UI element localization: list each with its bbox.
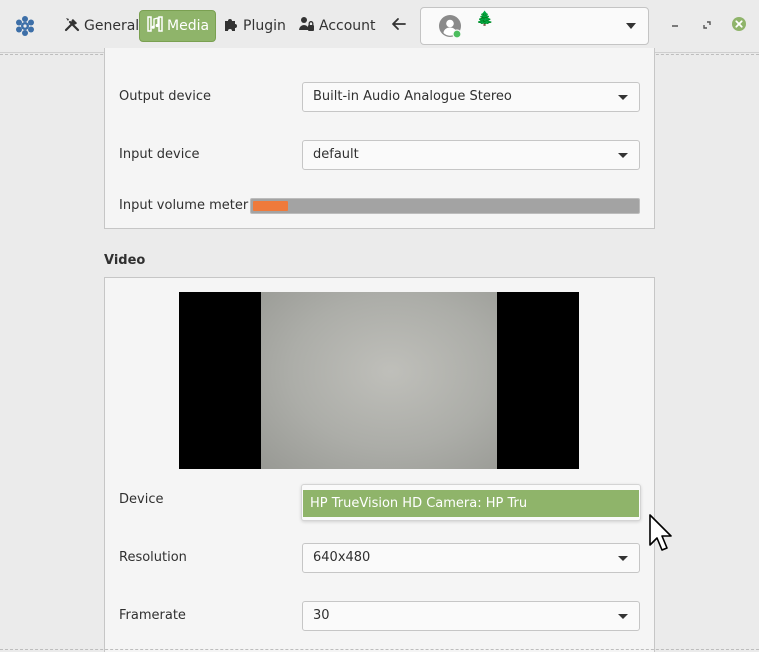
output-device-combo[interactable]: Built-in Audio Analogue Stereo (302, 82, 640, 112)
tools-icon (63, 15, 81, 37)
tab-plugin-label: Plugin (243, 18, 286, 34)
input-device-combo[interactable]: default (302, 140, 640, 170)
output-device-value: Built-in Audio Analogue Stereo (313, 89, 512, 104)
restore-icon (702, 19, 712, 34)
input-volume-meter-fill (253, 201, 288, 211)
arrow-left-icon (391, 16, 407, 36)
account-selector[interactable]: 🌲 (420, 7, 649, 45)
close-button[interactable] (730, 17, 748, 35)
media-icon (146, 15, 164, 37)
resolution-label: Resolution (119, 550, 187, 565)
video-device-option[interactable]: HP TrueVision HD Camera: HP Tru (303, 490, 639, 517)
tab-general-label: General (84, 18, 140, 34)
header-bar: General Media Plugin Account 🌲 (0, 0, 759, 53)
chevron-down-icon (618, 614, 628, 619)
framerate-label: Framerate (119, 608, 186, 623)
video-device-dropdown-popup: HP TrueVision HD Camera: HP Tru (301, 484, 641, 521)
input-volume-meter-label: Input volume meter (119, 198, 249, 213)
resolution-value: 640x480 (313, 550, 371, 565)
tab-media[interactable]: Media (139, 10, 217, 42)
output-device-label: Output device (119, 89, 211, 104)
puzzle-icon (222, 15, 240, 37)
resolution-combo[interactable]: 640x480 (302, 543, 640, 573)
tab-plugin[interactable]: Plugin (216, 10, 292, 42)
framerate-value: 30 (313, 608, 330, 623)
minimize-icon (670, 19, 680, 34)
account-lock-icon (298, 15, 316, 37)
scroll-edge-bottom (0, 649, 759, 650)
input-device-label: Input device (119, 147, 200, 162)
chevron-down-icon (618, 95, 628, 100)
close-icon (731, 16, 747, 36)
framerate-combo[interactable]: 30 (302, 601, 640, 631)
video-preview (179, 292, 579, 469)
mouse-pointer-icon (648, 513, 674, 553)
back-button[interactable] (388, 15, 410, 37)
input-device-value: default (313, 147, 359, 162)
tab-account[interactable]: Account (292, 10, 382, 42)
camera-preview-image (261, 292, 497, 469)
tab-account-label: Account (319, 18, 376, 34)
minimize-button[interactable] (666, 17, 684, 35)
chevron-down-icon (626, 23, 636, 29)
chevron-down-icon (618, 153, 628, 158)
restore-button[interactable] (698, 17, 716, 35)
gear-cluster-icon (14, 15, 36, 37)
video-device-label: Device (119, 492, 164, 507)
input-volume-meter (250, 198, 640, 214)
tab-media-label: Media (167, 18, 210, 34)
video-section-title: Video (104, 253, 146, 268)
user-avatar-icon (439, 15, 463, 39)
account-name: 🌲 (476, 11, 494, 27)
tab-general[interactable]: General (57, 10, 145, 42)
chevron-down-icon (618, 556, 628, 561)
